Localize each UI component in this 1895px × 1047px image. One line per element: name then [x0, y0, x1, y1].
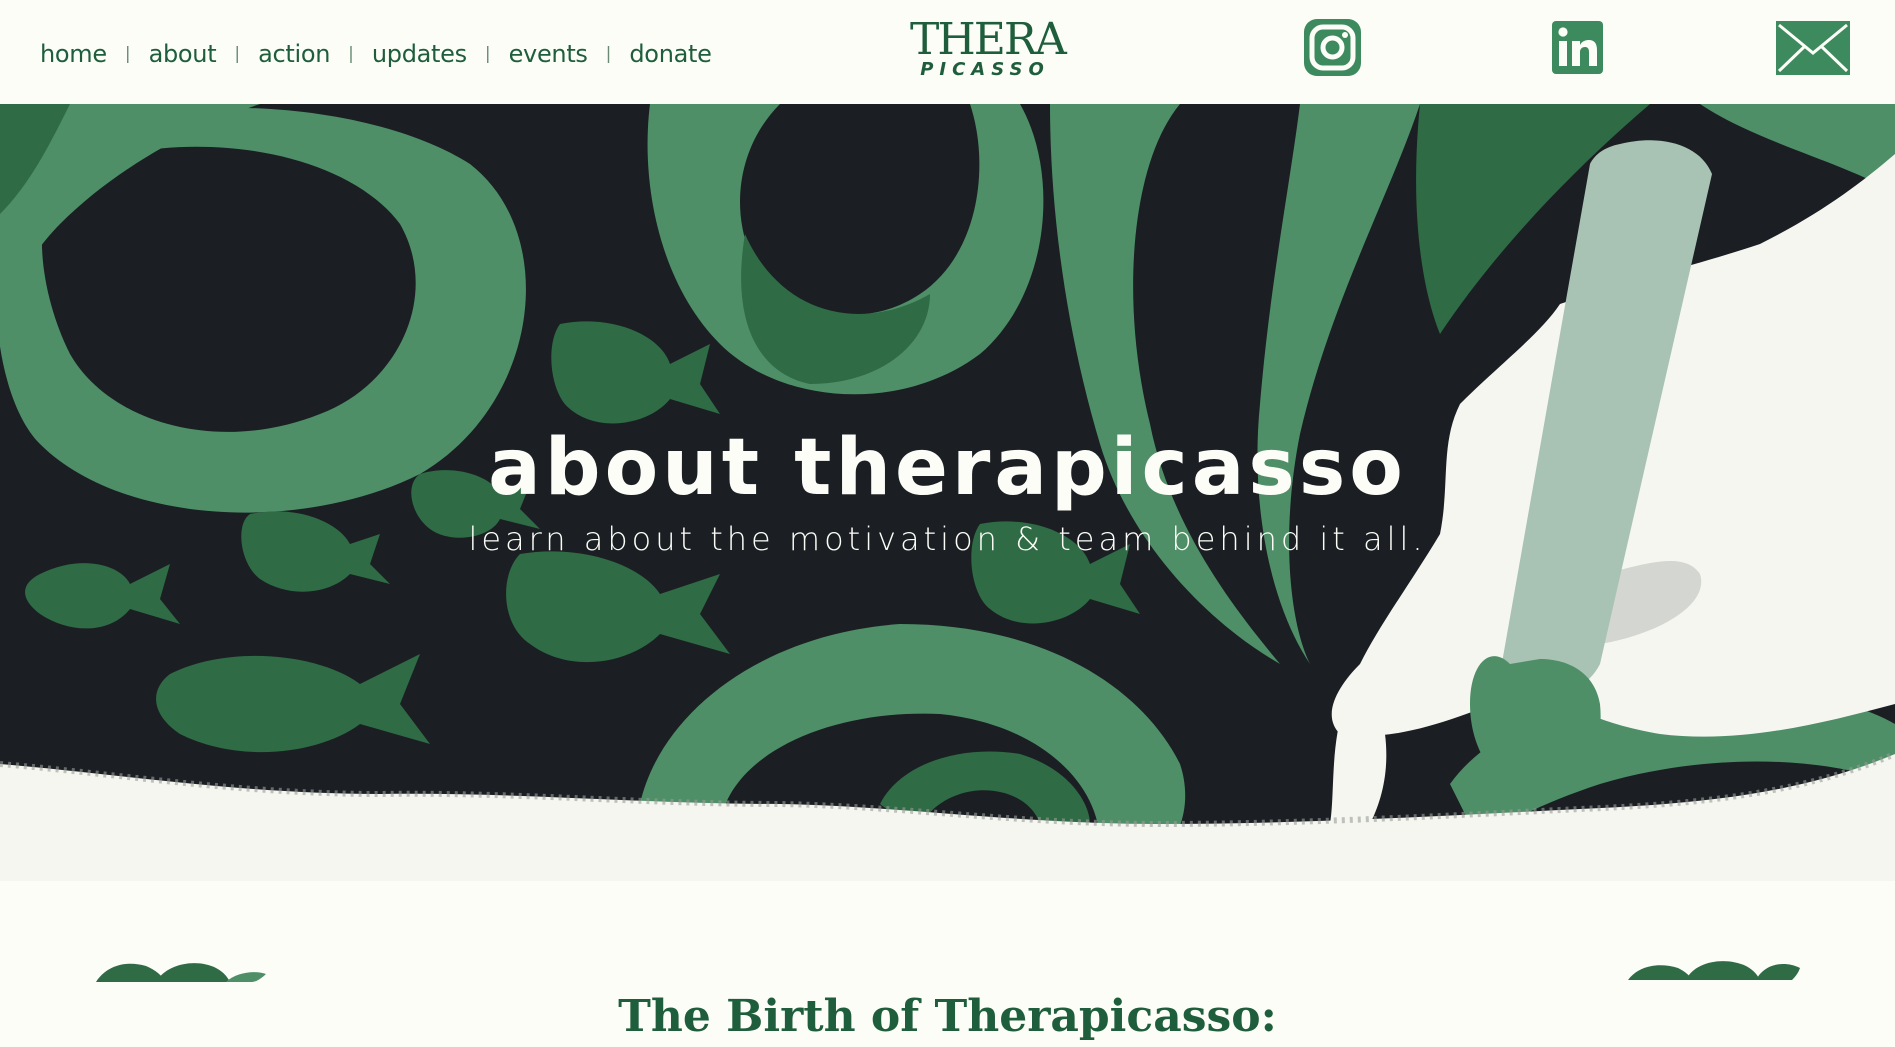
- linkedin-icon: [1552, 21, 1603, 74]
- instagram-link[interactable]: [1304, 19, 1361, 76]
- nav-events[interactable]: events: [509, 40, 588, 68]
- instagram-icon: [1304, 19, 1361, 76]
- logo-wordmark-top: THERA: [910, 14, 1067, 65]
- site-header: home | about | action | updates | events…: [0, 0, 1895, 104]
- email-link[interactable]: [1776, 21, 1850, 75]
- section-title: The Birth of Therapicasso:: [618, 990, 1277, 1042]
- hero-title: about therapicasso: [488, 423, 1407, 514]
- nav-separator: |: [124, 44, 131, 64]
- nav-separator: |: [484, 44, 491, 64]
- hero-banner: about therapicasso learn about the motiv…: [0, 104, 1895, 881]
- nav-updates[interactable]: updates: [372, 40, 467, 68]
- nav-home[interactable]: home: [40, 40, 107, 68]
- nav-separator: |: [605, 44, 612, 64]
- nav-separator: |: [234, 44, 241, 64]
- site-logo[interactable]: THERA PICASSO: [910, 14, 1067, 84]
- leaf-decoration-right: [1628, 961, 1800, 980]
- hero-subtitle: learn about the motivation & team behind…: [468, 520, 1427, 558]
- nav-action[interactable]: action: [258, 40, 330, 68]
- nav-about[interactable]: about: [149, 40, 217, 68]
- envelope-icon: [1776, 21, 1850, 75]
- nav-donate[interactable]: donate: [629, 40, 712, 68]
- nav-separator: |: [348, 44, 354, 64]
- leaf-decoration-left: [96, 963, 266, 982]
- main-nav: home | about | action | updates | events…: [40, 36, 712, 72]
- logo-wordmark-bottom: PICASSO: [920, 59, 1050, 80]
- linkedin-link[interactable]: [1552, 21, 1603, 74]
